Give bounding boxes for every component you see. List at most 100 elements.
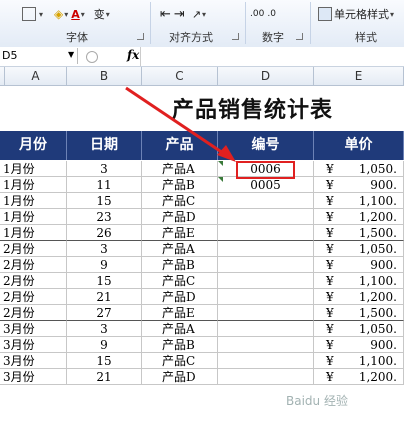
cell-price[interactable]: ¥1,100. bbox=[314, 353, 404, 369]
chevron-down-icon[interactable]: ▼ bbox=[68, 50, 74, 59]
cell-month[interactable]: 3月份 bbox=[0, 353, 67, 369]
decimal-decrease-button[interactable]: .0 bbox=[267, 5, 276, 23]
cell-code[interactable] bbox=[218, 337, 314, 353]
header-date[interactable]: 日期 bbox=[67, 131, 142, 160]
column-header-a[interactable]: A bbox=[5, 67, 67, 86]
cell-product[interactable]: 产品A bbox=[142, 241, 218, 257]
cell-month[interactable]: 2月份 bbox=[0, 289, 67, 305]
cell-price[interactable]: ¥1,200. bbox=[314, 369, 404, 385]
cell-date[interactable]: 15 bbox=[67, 193, 142, 209]
cell-product[interactable]: 产品D bbox=[142, 289, 218, 305]
cell-month[interactable]: 3月份 bbox=[0, 369, 67, 385]
cell-month[interactable]: 1月份 bbox=[0, 209, 67, 225]
font-launcher-icon[interactable] bbox=[137, 33, 144, 40]
cell-date[interactable]: 9 bbox=[67, 337, 142, 353]
cell-price[interactable]: ¥1,200. bbox=[314, 209, 404, 225]
sheet-title[interactable]: 产品销售统计表 bbox=[172, 92, 333, 124]
align-launcher-icon[interactable] bbox=[232, 33, 239, 40]
cell-code[interactable] bbox=[218, 353, 314, 369]
cell-code[interactable] bbox=[218, 369, 314, 385]
decimal-button[interactable]: .00 bbox=[250, 5, 264, 23]
number-launcher-icon[interactable] bbox=[296, 33, 303, 40]
selected-cell-highlight[interactable] bbox=[236, 161, 295, 179]
cell-date[interactable]: 3 bbox=[67, 241, 142, 257]
cell-product[interactable]: 产品B bbox=[142, 337, 218, 353]
cell-price[interactable]: ¥1,100. bbox=[314, 273, 404, 289]
cell-month[interactable]: 1月份 bbox=[0, 193, 67, 209]
cell-date[interactable]: 3 bbox=[67, 321, 142, 337]
fill-color-button[interactable]: ◈ ▾ bbox=[54, 5, 68, 23]
cell-code[interactable] bbox=[218, 289, 314, 305]
insert-function-icon[interactable]: fx bbox=[127, 48, 139, 62]
cell-month[interactable]: 2月份 bbox=[0, 305, 67, 321]
cell-date[interactable]: 3 bbox=[67, 161, 142, 177]
column-header-e[interactable]: E bbox=[314, 67, 404, 86]
cell-code[interactable] bbox=[218, 305, 314, 321]
cell-product[interactable]: 产品E bbox=[142, 225, 218, 241]
header-product[interactable]: 产品 bbox=[142, 131, 218, 160]
cell-date[interactable]: 21 bbox=[67, 289, 142, 305]
cell-date[interactable]: 11 bbox=[67, 177, 142, 193]
cell-code[interactable] bbox=[218, 193, 314, 209]
cell-product[interactable]: 产品D bbox=[142, 369, 218, 385]
cell-style-button[interactable]: 单元格样式 ▾ bbox=[318, 5, 394, 23]
cell-code[interactable] bbox=[218, 241, 314, 257]
header-price[interactable]: 单价 bbox=[314, 131, 404, 160]
phonetic-button[interactable]: 变 ▾ bbox=[94, 5, 110, 23]
cell-product[interactable]: 产品B bbox=[142, 257, 218, 273]
cell-product[interactable]: 产品C bbox=[142, 193, 218, 209]
cell-code[interactable] bbox=[218, 273, 314, 289]
cell-month[interactable]: 2月份 bbox=[0, 257, 67, 273]
cell-month[interactable]: 1月份 bbox=[0, 161, 67, 177]
cell-price[interactable]: ¥1,500. bbox=[314, 305, 404, 321]
column-header-d[interactable]: D bbox=[218, 67, 314, 86]
error-indicator-icon[interactable] bbox=[218, 177, 223, 182]
cell-date[interactable]: 15 bbox=[67, 273, 142, 289]
cell-price[interactable]: ¥1,200. bbox=[314, 289, 404, 305]
cell-price[interactable]: ¥1,500. bbox=[314, 225, 404, 241]
cell-date[interactable]: 15 bbox=[67, 353, 142, 369]
cell-date[interactable]: 9 bbox=[67, 257, 142, 273]
column-header-b[interactable]: B bbox=[67, 67, 142, 86]
cell-product[interactable]: 产品B bbox=[142, 177, 218, 193]
header-month[interactable]: 月份 bbox=[0, 131, 67, 160]
cancel-circle-icon[interactable] bbox=[86, 51, 98, 63]
column-header-c[interactable]: C bbox=[142, 67, 218, 86]
cell-month[interactable]: 3月份 bbox=[0, 321, 67, 337]
cell-price[interactable]: ¥1,100. bbox=[314, 193, 404, 209]
cell-date[interactable]: 27 bbox=[67, 305, 142, 321]
increase-indent-button[interactable]: ⇥ bbox=[174, 5, 185, 23]
cell-code[interactable] bbox=[218, 257, 314, 273]
cell-product[interactable]: 产品A bbox=[142, 161, 218, 177]
cell-product[interactable]: 产品C bbox=[142, 273, 218, 289]
cell-code[interactable] bbox=[218, 321, 314, 337]
cell-date[interactable]: 26 bbox=[67, 225, 142, 241]
orientation-button[interactable]: ↗ ▾ bbox=[192, 5, 206, 23]
cell-price[interactable]: ¥900. bbox=[314, 337, 404, 353]
border-button[interactable]: ▾ bbox=[22, 5, 43, 23]
cell-product[interactable]: 产品D bbox=[142, 209, 218, 225]
cell-month[interactable]: 3月份 bbox=[0, 337, 67, 353]
cell-month[interactable]: 1月份 bbox=[0, 177, 67, 193]
name-box[interactable]: D5 bbox=[0, 48, 78, 64]
cell-price[interactable]: ¥1,050. bbox=[314, 241, 404, 257]
cell-date[interactable]: 21 bbox=[67, 369, 142, 385]
cell-product[interactable]: 产品C bbox=[142, 353, 218, 369]
cell-price[interactable]: ¥1,050. bbox=[314, 321, 404, 337]
cell-month[interactable]: 1月份 bbox=[0, 225, 67, 241]
cell-month[interactable]: 2月份 bbox=[0, 273, 67, 289]
cell-price[interactable]: ¥1,050. bbox=[314, 161, 404, 177]
decrease-indent-button[interactable]: ⇤ bbox=[160, 5, 171, 23]
cell-product[interactable]: 产品A bbox=[142, 321, 218, 337]
cell-code[interactable]: 0005 bbox=[218, 177, 314, 193]
cell-product[interactable]: 产品E bbox=[142, 305, 218, 321]
cell-month[interactable]: 2月份 bbox=[0, 241, 67, 257]
header-code[interactable]: 编号 bbox=[218, 131, 314, 160]
cell-price[interactable]: ¥900. bbox=[314, 177, 404, 193]
font-color-button[interactable]: A ▾ bbox=[71, 5, 85, 23]
cell-code[interactable] bbox=[218, 225, 314, 241]
cell-date[interactable]: 23 bbox=[67, 209, 142, 225]
cell-code[interactable] bbox=[218, 209, 314, 225]
error-indicator-icon[interactable] bbox=[218, 161, 223, 166]
cell-price[interactable]: ¥900. bbox=[314, 257, 404, 273]
